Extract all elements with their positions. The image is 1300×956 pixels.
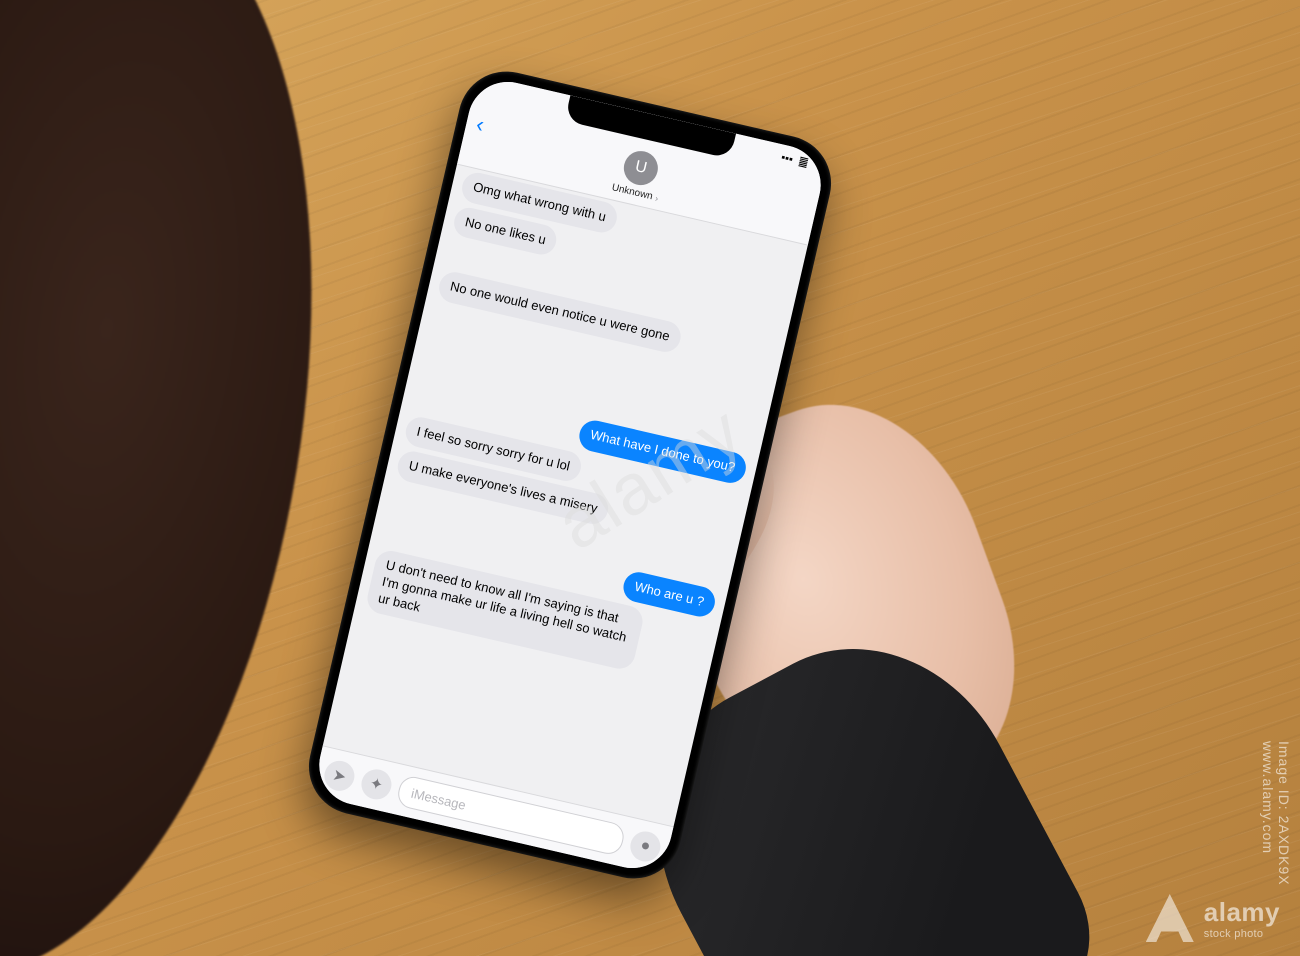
contact-name-row[interactable]: Unknown › — [611, 182, 660, 203]
alamy-a-icon — [1146, 894, 1194, 942]
back-button[interactable]: ‹ — [474, 111, 487, 138]
photo-scene: ▪▪▪ ䷀ ‹ U Unknown › Omg what wrong with … — [0, 0, 1300, 956]
app-drawer-button[interactable]: ✦ — [358, 766, 394, 802]
voice-record-button[interactable]: ● — [627, 828, 663, 864]
camera-button[interactable]: ➤ — [321, 758, 357, 794]
signal-icon: ▪▪▪ — [780, 151, 794, 165]
watermark-brand: alamy — [1204, 897, 1280, 928]
person-hair — [0, 0, 374, 956]
watermark-tagline: stock photo — [1204, 928, 1280, 940]
contact-avatar[interactable]: U — [620, 148, 661, 189]
contact-name: Unknown — [611, 182, 654, 202]
message-incoming[interactable]: U don't need to know all I'm saying is t… — [364, 548, 645, 672]
watermark-image-id: Image ID: 2AXDK9Xwww.alamy.com — [1260, 741, 1292, 886]
watermark-logo: alamy stock photo — [1146, 894, 1280, 942]
chevron-right-icon: › — [654, 193, 659, 203]
